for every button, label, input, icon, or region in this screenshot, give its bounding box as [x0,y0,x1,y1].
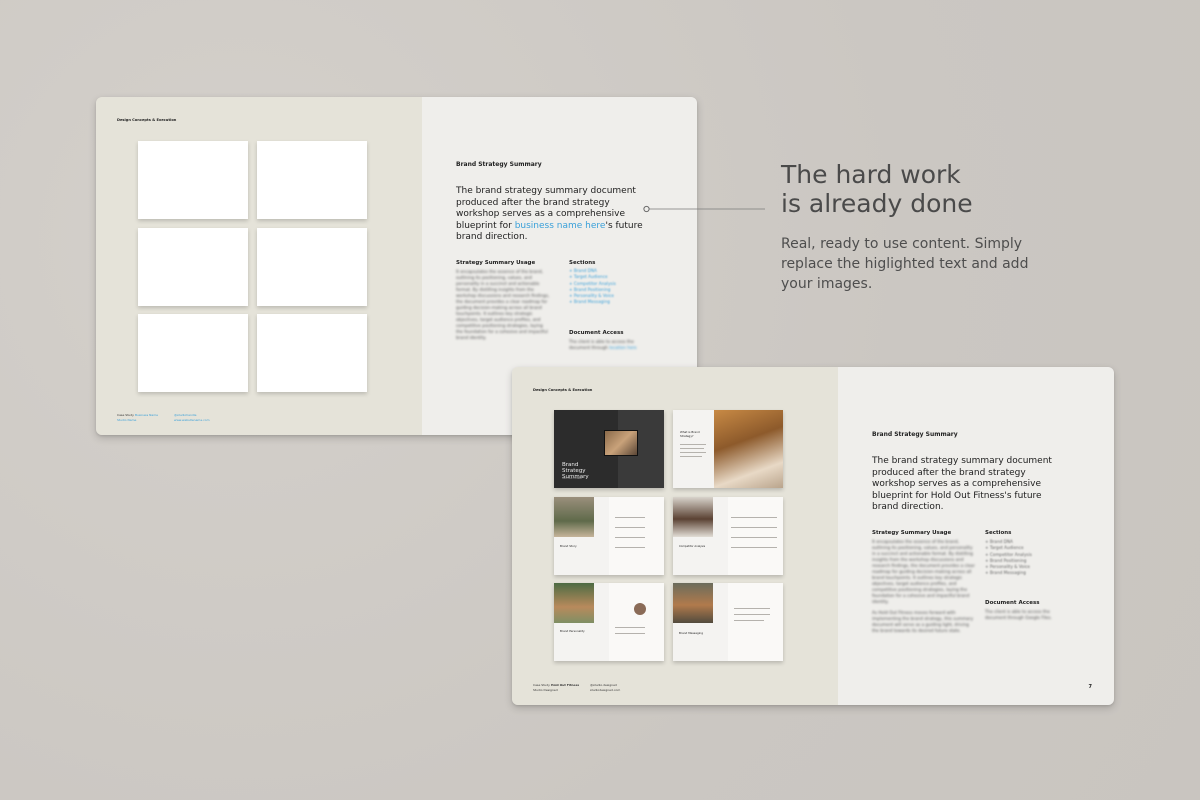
back-left-page: Design Concepts & Execution Case Study B… [96,97,422,435]
access-link: location here [609,345,637,350]
text-line [615,627,645,629]
text-line [680,456,702,458]
table-line [731,527,777,529]
usage-paragraph-1: It encapsulates the essence of the brand… [872,539,975,604]
plants-photo [554,583,594,623]
footer-case-name: Hold Out Fitness [550,683,580,687]
usage-body: It encapsulates the essence of the brand… [456,269,550,340]
sections-heading: Sections [985,530,1012,536]
table-line [731,537,777,539]
avatar [634,603,646,615]
front-right-page: Brand Strategy Summary The brand strateg… [838,367,1114,705]
image-placeholder [138,141,248,219]
footer-prefix: Case Study [533,683,550,687]
summary-lead: The brand strategy summary document prod… [872,456,1052,512]
headline-line-2: is already done [781,189,973,218]
text-line [734,620,764,622]
cover-device-image [604,430,638,456]
page-header: Design Concepts & Execution [117,118,177,122]
access-heading: Document Access [985,600,1040,606]
thumb-label: Brand Personality [560,629,585,633]
thumbnail-cover: Brand Strategy Summary Hold Out Fitness [554,410,664,488]
front-spread: Design Concepts & Execution Brand Strate… [512,367,1114,705]
interior-photo [554,497,594,537]
sections-heading: Sections [569,260,596,266]
thumbnail-brand-strategy: What is Brand Strategy? [673,410,783,488]
usage-body: It encapsulates the essence of the brand… [872,539,976,634]
table-line [731,517,777,519]
image-placeholder [138,228,248,306]
footer-contact: @studiohandle www.websitename.com [174,413,210,423]
promo-subcopy: Real, ready to use content. Simply repla… [781,236,1029,292]
text-line [680,444,706,446]
text-line [680,448,704,450]
footer-site: www.websitename.com [174,418,210,422]
text-line [734,608,770,610]
footer-case-study: Case Study Hold Out Fitness Studio Desig… [533,683,579,693]
footer-case-study: Case Study Business Name Studio Name [117,413,158,423]
image-placeholder [138,314,248,392]
thumbnail-brand-story: Brand Story [554,497,664,575]
text-line [615,517,645,519]
text-line [615,537,645,539]
section-item: + Brand Messaging [569,299,610,305]
text-line [615,547,645,549]
thumb-label: Brand Story [560,544,577,548]
thumbnail-competitor: Competitor Analysis [673,497,783,575]
headline-line-1: The hard work [781,160,961,189]
summary-subtitle: Brand Strategy Summary [872,431,958,438]
footer-prefix: Case Study [117,413,134,417]
access-body: The client is able to access the documen… [985,609,1052,620]
sections-list: + Brand DNA + Target Audience + Competitor… [985,539,1065,577]
thumbnail-personality: Brand Personality [554,583,664,661]
section-item: + Brand Messaging [985,570,1026,576]
text-line [615,527,645,529]
thumb-label: Competitor Analysis [679,545,706,548]
usage-paragraph-2: As Hold Out Fitness moves forward with i… [872,610,974,633]
page-number: 7 [1088,684,1092,690]
text-line [734,614,770,616]
thumb-right-half [728,583,783,661]
footer-contact: @studio.designed studiodesigned.com [590,683,620,693]
cover-small: Hold Out Fitness [562,477,582,480]
image-placeholder [257,314,367,392]
thumbnail-messaging: Brand Messaging [673,583,783,661]
thumb-label: What is Brand Strategy? [680,430,700,438]
promo-headline: The hard work is already done [781,160,973,218]
text-line [615,633,645,635]
page-header: Design Concepts & Execution [533,388,593,392]
front-left-page: Design Concepts & Execution Brand Strate… [512,367,838,705]
lead-highlight: business name here [514,220,606,231]
image-placeholder [257,228,367,306]
thumb-right-half [728,497,783,575]
footer-studio: Studio Designed [533,688,558,692]
image-placeholder [257,141,367,219]
person-photo [673,497,713,537]
footer-studio: Studio Name [117,418,137,422]
cafe-photo [673,583,713,623]
footer-site: studiodesigned.com [590,688,621,692]
thumb-right-half [609,497,664,575]
summary-subtitle: Brand Strategy Summary [456,161,542,168]
access-heading: Document Access [569,330,624,336]
connector-line [643,205,765,213]
table-line [731,547,777,549]
summary-lead: The brand strategy summary document prod… [456,186,646,244]
thumb-label: Brand Messaging [679,631,704,635]
usage-heading: Strategy Summary Usage [872,530,952,536]
sections-list: + Brand DNA + Target Audience + Competitor… [569,268,649,306]
access-body: The client is able to access the documen… [569,339,644,351]
footer-case-name: Business Name [134,413,158,417]
person-photo [714,410,783,488]
usage-heading: Strategy Summary Usage [456,260,536,266]
text-line [680,452,706,454]
thumb-right-half [609,583,664,661]
